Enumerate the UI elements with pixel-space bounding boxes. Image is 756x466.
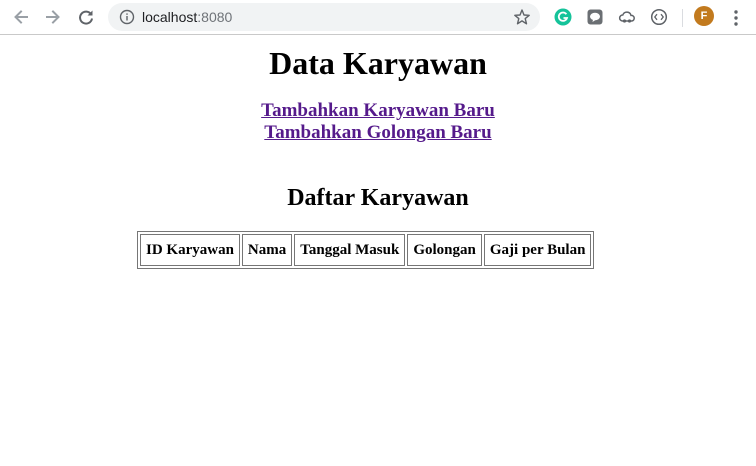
action-links: Tambahkan Karyawan Baru Tambahkan Golong… [0,100,756,144]
column-header-start-date: Tanggal Masuk [294,234,406,266]
star-icon[interactable] [513,8,531,26]
info-icon[interactable] [119,9,135,25]
add-grade-link[interactable]: Tambahkan Golongan Baru [0,122,756,144]
url-port: :8080 [197,9,233,25]
forward-button[interactable] [42,6,64,28]
employee-table-wrapper: ID Karyawan Nama Tanggal Masuk Golongan … [137,231,595,269]
page-content: Data Karyawan Tambahkan Karyawan Baru Ta… [0,36,756,466]
reload-icon [79,10,93,25]
code-icon[interactable] [650,8,668,26]
toolbar-separator [682,9,683,27]
reload-button[interactable] [75,6,97,28]
employee-list-heading: Daftar Karyawan [287,185,469,211]
add-employee-link[interactable]: Tambahkan Karyawan Baru [0,100,756,122]
line-icon[interactable] [586,8,604,26]
back-button[interactable] [10,6,32,28]
column-header-name: Nama [241,234,293,266]
forward-arrow-icon [46,10,60,24]
url-text[interactable]: localhost:8080 [142,9,232,25]
address-bar[interactable]: localhost:8080 [108,3,540,31]
column-header-grade: Golongan [407,234,482,266]
profile-avatar[interactable]: F [694,6,714,26]
grammarly-icon[interactable] [554,8,572,26]
back-arrow-icon [14,10,28,24]
column-header-id: ID Karyawan [140,234,240,266]
browser-toolbar: localhost:8080 F [0,0,756,35]
cloud-icon[interactable] [618,8,636,26]
table-header-row: ID Karyawan Nama Tanggal Masuk Golongan … [140,234,592,266]
menu-dots-icon[interactable] [728,8,744,28]
url-host: localhost [142,9,198,25]
page-title: Data Karyawan [269,45,487,81]
employee-table: ID Karyawan Nama Tanggal Masuk Golongan … [137,231,595,269]
column-header-monthly-salary: Gaji per Bulan [483,234,592,266]
